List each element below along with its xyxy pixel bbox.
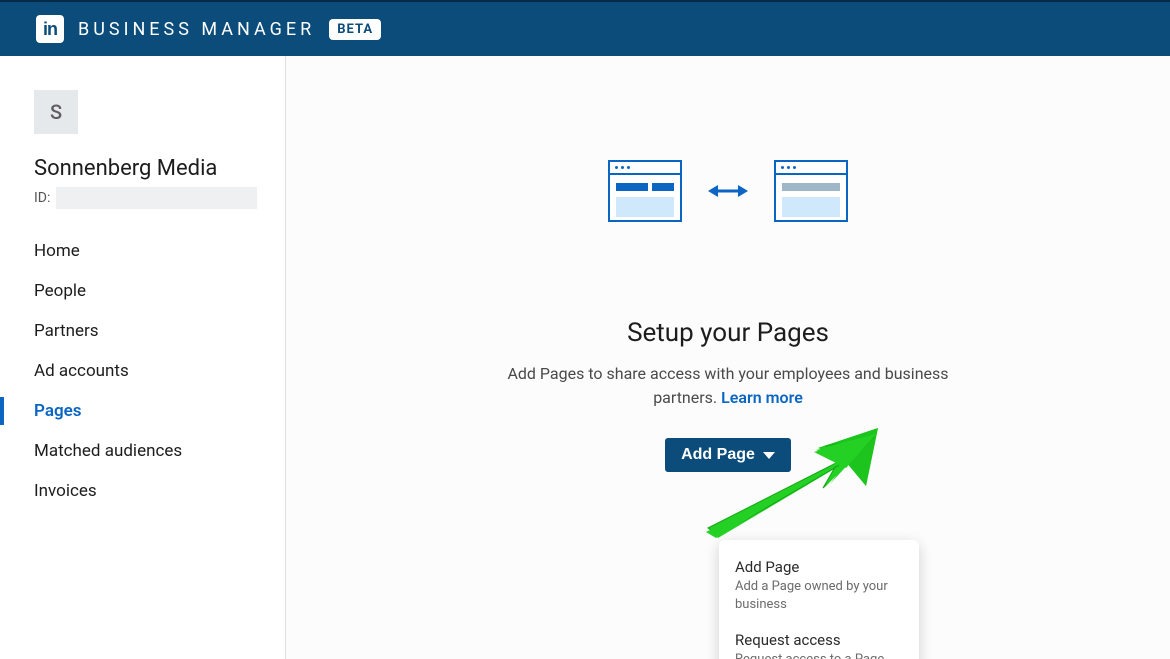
org-name: Sonnenberg Media [34, 156, 257, 181]
sidebar-nav: Home People Partners Ad accounts Pages M… [0, 231, 257, 511]
org-avatar: S [34, 90, 78, 134]
empty-state-description: Add Pages to share access with your empl… [498, 362, 958, 410]
sidebar-item-partners[interactable]: Partners [0, 311, 257, 351]
top-navbar: in BUSINESS MANAGER BETA [0, 0, 1170, 56]
empty-state-title: Setup your Pages [498, 318, 958, 348]
main-content: Setup your Pages Add Pages to share acce… [286, 56, 1170, 659]
sidebar: S Sonnenberg Media ID: Home People Partn… [0, 56, 286, 659]
window-icon [608, 160, 682, 222]
org-id-row: ID: [34, 187, 257, 209]
org-id-value-redacted [56, 187, 257, 209]
sidebar-item-people[interactable]: People [0, 271, 257, 311]
dropdown-item-title: Add Page [735, 558, 903, 576]
dropdown-item-add-page[interactable]: Add Page Add a Page owned by your busine… [719, 550, 919, 623]
linkedin-logo-text: in [43, 19, 57, 40]
pages-illustration [498, 160, 958, 222]
org-id-label: ID: [34, 190, 50, 206]
caret-down-icon [763, 452, 775, 459]
empty-state: Setup your Pages Add Pages to share acce… [498, 160, 958, 472]
beta-badge: BETA [329, 19, 381, 40]
swap-arrow-icon [708, 182, 748, 200]
learn-more-link[interactable]: Learn more [721, 388, 803, 407]
sidebar-item-ad-accounts[interactable]: Ad accounts [0, 351, 257, 391]
add-page-button-label: Add Page [681, 446, 755, 464]
sidebar-item-invoices[interactable]: Invoices [0, 471, 257, 511]
sidebar-item-pages[interactable]: Pages [0, 391, 257, 431]
dropdown-item-desc: Add a Page owned by your business [735, 578, 903, 613]
add-page-dropdown: Add Page Add a Page owned by your busine… [719, 540, 919, 659]
linkedin-logo-icon: in [36, 15, 64, 43]
add-page-button[interactable]: Add Page [665, 438, 791, 472]
dropdown-item-desc: Request access to a Page owned by anothe… [735, 651, 903, 659]
dropdown-item-title: Request access [735, 631, 903, 649]
dropdown-item-request-access[interactable]: Request access Request access to a Page … [719, 623, 919, 659]
sidebar-item-matched-audiences[interactable]: Matched audiences [0, 431, 257, 471]
sidebar-item-home[interactable]: Home [0, 231, 257, 271]
app-title: BUSINESS MANAGER [78, 19, 315, 40]
window-icon [774, 160, 848, 222]
